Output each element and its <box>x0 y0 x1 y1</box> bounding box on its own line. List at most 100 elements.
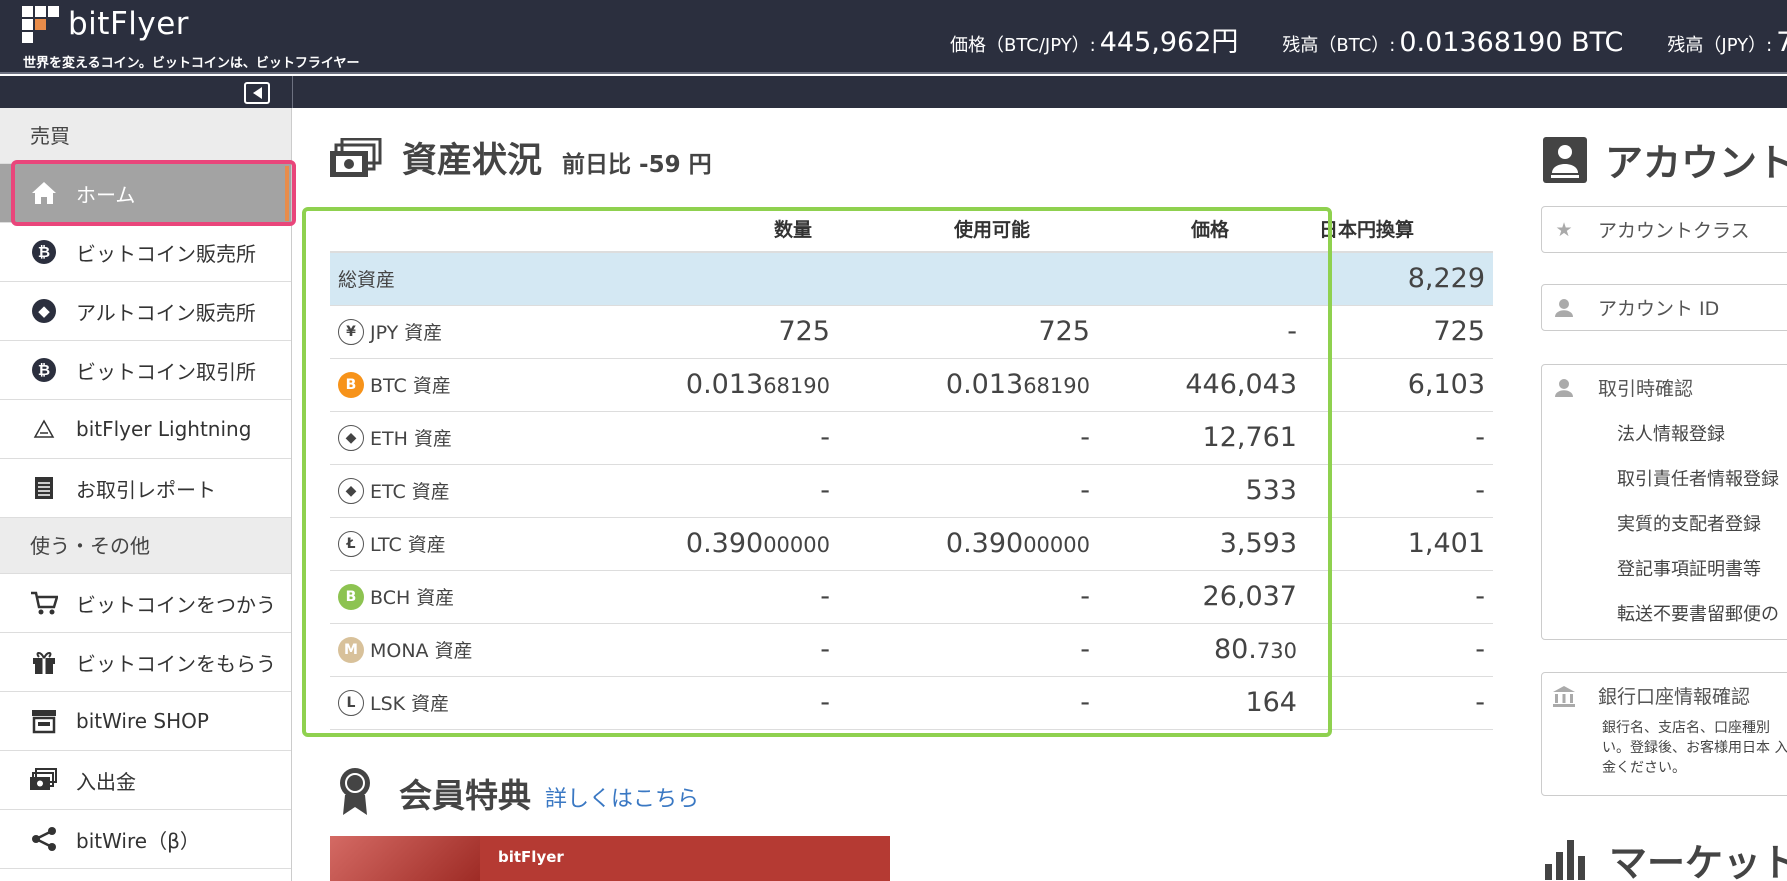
sidebar-item-use-btc[interactable]: ビットコインをつかう <box>0 574 291 633</box>
sidebar-item-label: お取引レポート <box>76 477 216 502</box>
asset-row: B BCH 資産 - -26,037- <box>330 570 1493 624</box>
account-class-label: アカウントクラス <box>1598 220 1750 242</box>
account-class-box[interactable]: ★ アカウントクラス <box>1541 206 1787 253</box>
asset-available: 0.01368190 <box>842 358 1102 412</box>
total-assets-value: 8,229 <box>1309 252 1493 306</box>
user-icon <box>1552 376 1576 400</box>
sidebar-item-label: ビットコイン販売所 <box>76 241 256 266</box>
bitflyer-logo[interactable]: bitFlyer <box>22 6 189 43</box>
asset-quantity: 725 <box>630 305 842 359</box>
sidebar-item-btc-sales[interactable]: ₿ ビットコイン販売所 <box>0 223 291 282</box>
award-icon <box>335 765 375 821</box>
total-assets-label: 総資産 <box>330 252 630 306</box>
price-label: 価格（BTC/JPY）: <box>950 35 1096 56</box>
banner-logo: bitFlyer <box>498 848 564 866</box>
collapse-sidebar-button[interactable] <box>244 82 270 104</box>
ethereum-icon: ◆ <box>30 297 58 325</box>
sidebar-item-deposit[interactable]: 入出金 <box>0 751 291 810</box>
asset-name: BTC 資産 <box>370 375 451 397</box>
account-id-row: アカウント ID <box>1542 285 1787 330</box>
sidebar-item-report[interactable]: お取引レポート <box>0 459 291 518</box>
asset-available: - <box>842 464 1102 518</box>
asset-price: 164 <box>1102 676 1309 730</box>
member-benefit-title: 会員特典 <box>399 776 531 815</box>
coin-icon: B <box>338 371 364 398</box>
asset-jpy-value: - <box>1309 676 1493 730</box>
sidebar-item-home[interactable]: ホーム <box>0 164 291 223</box>
verify-item-registry-cert[interactable]: 登記事項証明書等 <box>1542 545 1787 590</box>
verification-box: 取引時確認 法人情報登録 取引責任者情報登録 実質的支配者登録 登記事項証明書等… <box>1541 364 1787 640</box>
asset-price: 446,043 <box>1102 358 1309 412</box>
table-header-row: 数量 使用可能 価格 日本円換算 <box>330 205 1493 253</box>
column-header-quantity: 数量 <box>630 205 842 253</box>
asset-quantity: - <box>630 464 842 518</box>
lightning-icon <box>30 415 58 443</box>
promo-banner[interactable]: bitFlyer <box>330 836 890 881</box>
home-icon <box>30 179 58 207</box>
asset-name: BCH 資産 <box>370 587 455 609</box>
coin-icon: L <box>338 689 364 716</box>
assets-heading: 資産状況 前日比 -59 円 <box>330 132 712 183</box>
sidebar-item-bitwire-shop[interactable]: bitWire SHOP <box>0 692 291 751</box>
column-header-jpy: 日本円換算 <box>1309 205 1493 253</box>
asset-name: LSK 資産 <box>370 693 450 715</box>
member-benefit-link[interactable]: 詳しくはこちら <box>545 781 699 813</box>
verify-item-registered-mail[interactable]: 転送不要書留郵便の <box>1542 590 1787 635</box>
bank-info-box[interactable]: 銀行口座情報確認 銀行名、支店名、口座種別 い。登録後、お客様用日本 入金くださ… <box>1541 672 1787 796</box>
sub-bar-divider <box>292 76 293 108</box>
verify-item-beneficial-owner[interactable]: 実質的支配者登録 <box>1542 500 1787 545</box>
asset-jpy-value: 6,103 <box>1309 358 1493 412</box>
sidebar-item-get-btc[interactable]: ビットコインをもらう <box>0 633 291 692</box>
asset-price: 80.730 <box>1102 623 1309 677</box>
asset-available: 0.39000000 <box>842 517 1102 571</box>
sidebar: 売買 ホーム ₿ ビットコイン販売所 ◆ アルトコイン販売所 ₿ ビットコイン取… <box>0 108 292 881</box>
asset-available: - <box>842 570 1102 624</box>
sidebar-item-btc-exchange[interactable]: ₿ ビットコイン取引所 <box>0 341 291 400</box>
asset-name-cell: ¥ JPY 資産 <box>330 305 630 359</box>
asset-jpy-value: - <box>1309 411 1493 465</box>
report-icon <box>30 474 58 502</box>
account-id-box[interactable]: アカウント ID <box>1541 284 1787 331</box>
asset-name: JPY 資産 <box>370 322 443 344</box>
coin-icon: ◆ <box>338 477 364 504</box>
bar-chart-icon <box>1543 834 1591 881</box>
money-icon <box>30 766 58 794</box>
verify-item-corp-info[interactable]: 法人情報登録 <box>1542 410 1787 455</box>
verification-row[interactable]: 取引時確認 <box>1542 365 1787 410</box>
account-icon <box>1543 136 1587 183</box>
asset-name: MONA 資産 <box>370 640 473 662</box>
account-class-row: ★ アカウントクラス <box>1542 207 1787 252</box>
top-header: bitFlyer 世界を変えるコイン。ビットコインは、ビットフライヤー 価格（B… <box>0 0 1787 74</box>
cart-icon <box>30 589 58 617</box>
bank-info-label: 銀行口座情報確認 <box>1598 686 1751 708</box>
sidebar-item-altcoin-sales[interactable]: ◆ アルトコイン販売所 <box>0 282 291 341</box>
tagline: 世界を変えるコイン。ビットコインは、ビットフライヤー <box>23 56 360 71</box>
account-id-label: アカウント ID <box>1598 298 1720 320</box>
asset-name-cell: ◆ ETC 資産 <box>330 464 630 518</box>
asset-price: 3,593 <box>1102 517 1309 571</box>
coin-icon: B <box>338 583 364 610</box>
account-heading: アカウント <box>1543 132 1787 187</box>
asset-jpy-value: 1,401 <box>1309 517 1493 571</box>
asset-row: B BTC 資産 0.01368190 0.01368190 446,043 6,103 <box>330 358 1493 412</box>
bank-info-note: 銀行名、支店名、口座種別 い。登録後、お客様用日本 入金ください。 <box>1602 720 1787 776</box>
asset-jpy-value: - <box>1309 570 1493 624</box>
sidebar-item-label: ビットコインをつかう <box>76 592 276 617</box>
jpy-balance-label: 残高（JPY）: <box>1667 35 1773 56</box>
asset-quantity: - <box>630 570 842 624</box>
asset-name-cell: L LSK 資産 <box>330 676 630 730</box>
asset-price: 533 <box>1102 464 1309 518</box>
coin-icon: ◆ <box>338 424 364 451</box>
asset-name-cell: B BCH 資産 <box>330 570 630 624</box>
verify-item-manager-info[interactable]: 取引責任者情報登録 <box>1542 455 1787 500</box>
asset-name-cell: M MONA 資産 <box>330 623 630 677</box>
asset-row: M MONA 資産 - -80.730- <box>330 623 1493 677</box>
money-icon <box>330 137 382 178</box>
asset-name-cell: B BTC 資産 <box>330 358 630 412</box>
sidebar-item-lightning[interactable]: bitFlyer Lightning <box>0 400 291 459</box>
gift-icon <box>30 648 58 676</box>
asset-name: ETH 資産 <box>370 428 452 450</box>
asset-available: - <box>842 676 1102 730</box>
sidebar-item-bitwire[interactable]: bitWire（β） <box>0 810 291 869</box>
asset-available: 725 <box>842 305 1102 359</box>
